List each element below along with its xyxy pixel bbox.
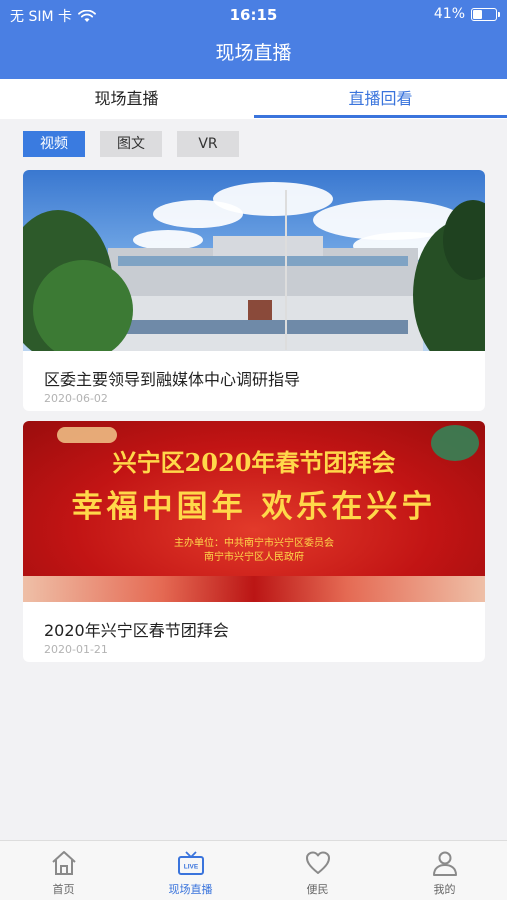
banner-organizer-2: 南宁市兴宁区人民政府 bbox=[204, 552, 304, 563]
card-title[interactable]: 区委主要领导到融媒体中心调研指导 bbox=[44, 366, 300, 390]
filter-chips: 视频 图文 VR bbox=[23, 131, 239, 157]
filter-vr[interactable]: VR bbox=[177, 131, 239, 157]
banner-slogan: 幸福中国年 欢乐在兴宁 bbox=[71, 489, 437, 525]
banner-headline: 兴宁区2020年春节团拜会 bbox=[112, 448, 396, 477]
video-card[interactable]: 兴宁区2020年春节团拜会 幸福中国年 欢乐在兴宁 主办单位：中共南宁市兴宁区委… bbox=[23, 421, 485, 662]
battery-icon bbox=[471, 7, 500, 21]
battery-percent: 41% bbox=[433, 6, 465, 22]
nav-live[interactable]: LIVE 现场直播 bbox=[127, 841, 254, 900]
tab-bar: 现场直播 直播回看 bbox=[0, 79, 507, 119]
heart-icon bbox=[305, 851, 330, 874]
page-title: 现场直播 bbox=[215, 42, 292, 64]
nav-home[interactable]: 首页 bbox=[0, 841, 127, 900]
nav-profile[interactable]: 我的 bbox=[381, 841, 507, 900]
video-card[interactable]: 区委主要领导到融媒体中心调研指导 2020-06-02 bbox=[23, 170, 485, 411]
bottom-nav: 首页 LIVE 现场直播 便民 我的 bbox=[0, 840, 507, 900]
filter-video[interactable]: 视频 bbox=[23, 131, 85, 157]
home-icon bbox=[51, 851, 76, 875]
active-tab-indicator bbox=[254, 115, 507, 118]
card-thumbnail[interactable]: 兴宁区2020年春节团拜会 幸福中国年 欢乐在兴宁 主办单位：中共南宁市兴宁区委… bbox=[23, 421, 485, 602]
card-title[interactable]: 2020年兴宁区春节团拜会 bbox=[44, 617, 229, 641]
top-bar: 无 SIM 卡 16:15 41% 现场直播 bbox=[0, 0, 507, 79]
live-tv-icon: LIVE bbox=[177, 851, 204, 875]
nav-services[interactable]: 便民 bbox=[254, 841, 381, 900]
tab-live[interactable]: 现场直播 bbox=[0, 79, 253, 119]
card-date: 2020-06-02 bbox=[44, 392, 108, 405]
tab-replay[interactable]: 直播回看 bbox=[254, 79, 507, 119]
svg-text:LIVE: LIVE bbox=[183, 864, 198, 871]
card-thumbnail[interactable] bbox=[23, 170, 485, 351]
card-date: 2020-01-21 bbox=[44, 643, 108, 656]
banner-organizer: 主办单位：中共南宁市兴宁区委员会 bbox=[174, 538, 334, 549]
filter-graphic-text[interactable]: 图文 bbox=[100, 131, 162, 157]
user-icon bbox=[432, 851, 457, 876]
clock: 16:15 bbox=[229, 6, 278, 24]
status-bar: 无 SIM 卡 16:15 41% bbox=[0, 0, 507, 30]
